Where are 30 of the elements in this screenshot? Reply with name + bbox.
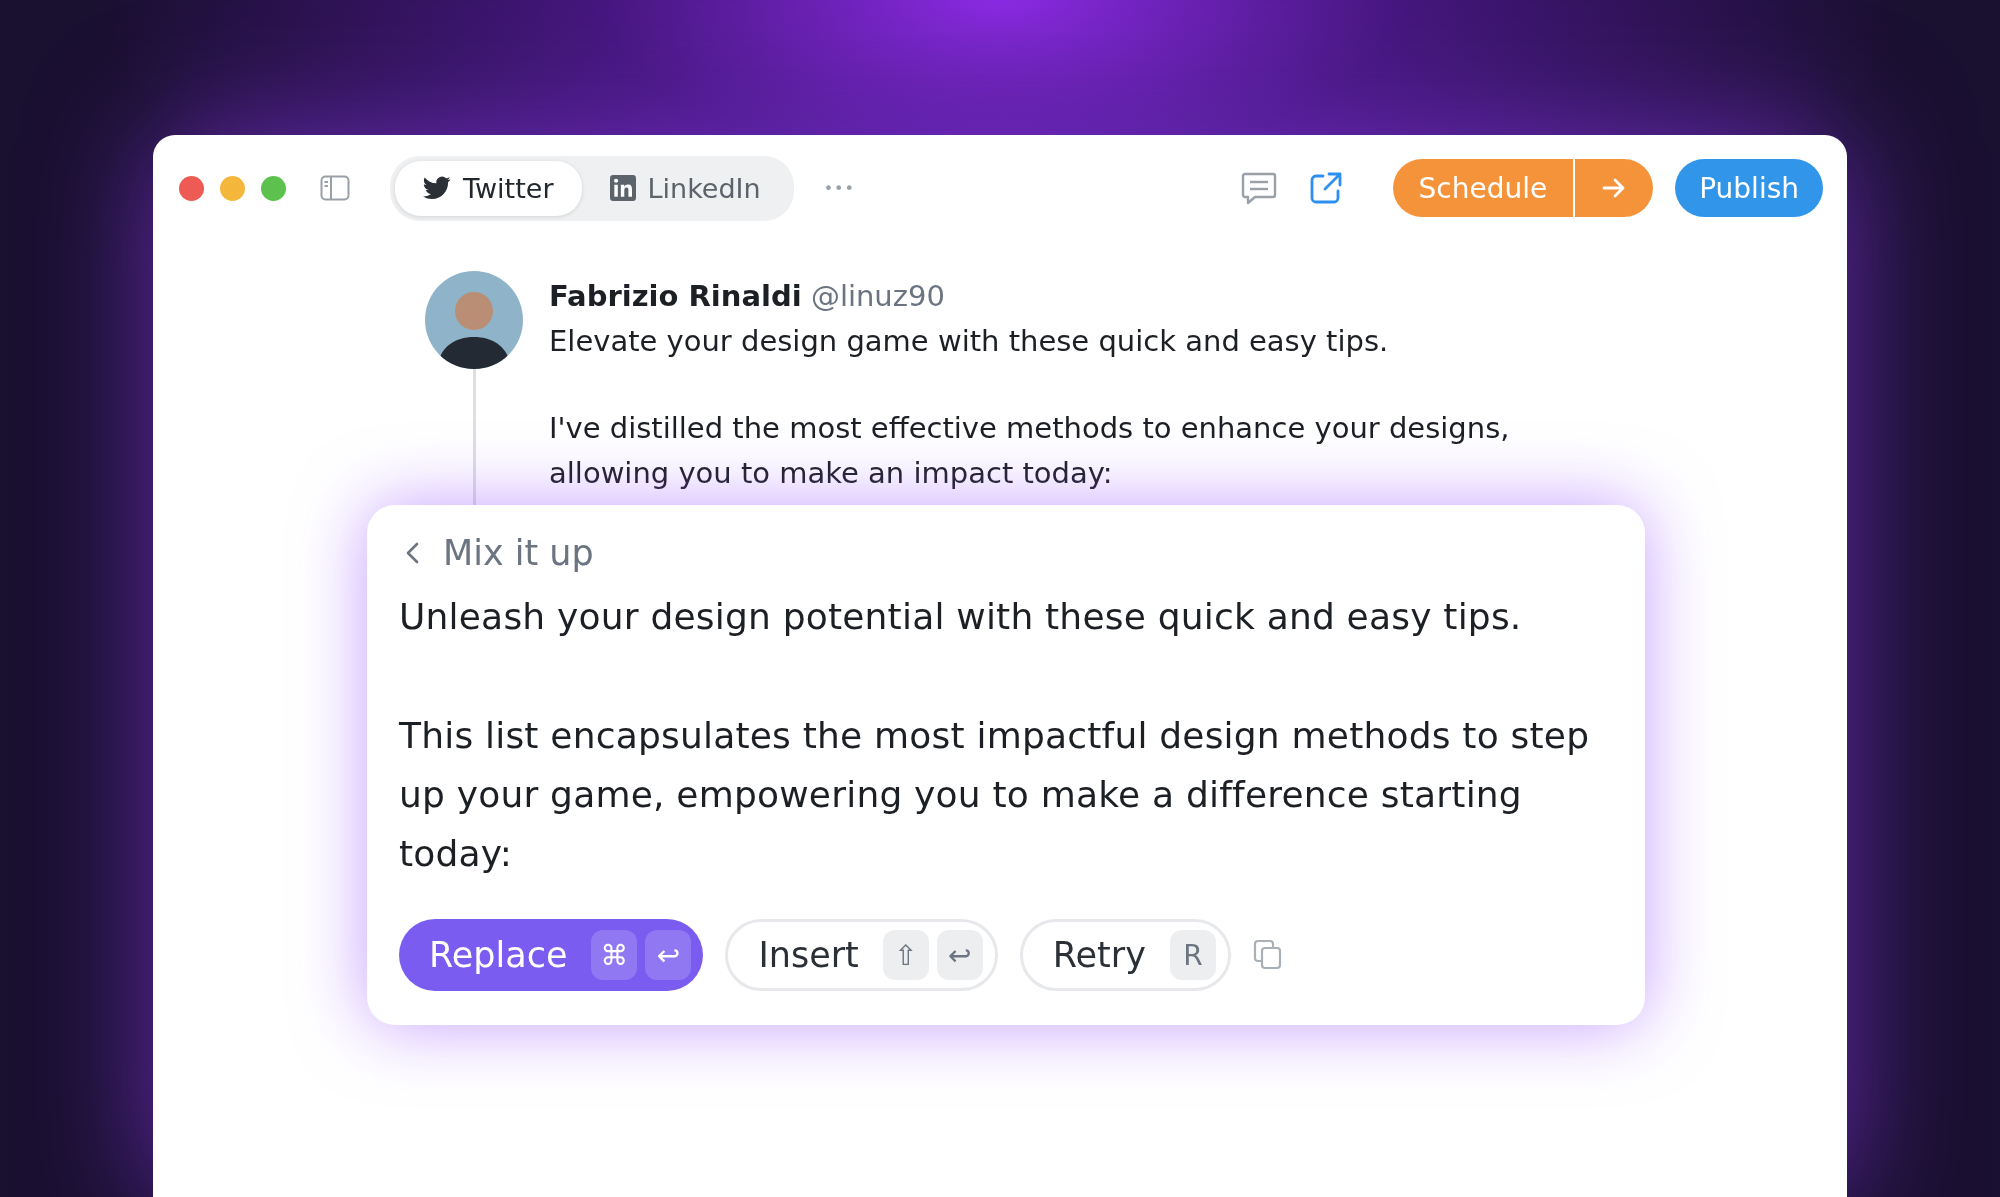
sidebar-icon[interactable] (320, 175, 350, 201)
close-button[interactable] (179, 175, 204, 201)
card-title: Mix it up (443, 533, 594, 573)
back-chevron-icon[interactable] (405, 541, 421, 565)
author-handle: @linuz90 (810, 279, 945, 313)
platform-tab[interactable]: LinkedIn (581, 160, 789, 216)
copy-icon[interactable] (1252, 939, 1283, 971)
comment-icon[interactable] (1240, 171, 1277, 205)
bird-icon (423, 176, 451, 200)
tweet-text: Elevate your design game with these quick and easy tips. (549, 323, 1390, 360)
action-button[interactable]: Replace ⌘ ↩ (399, 919, 704, 991)
arrow-right-icon (1602, 178, 1627, 198)
publish-button[interactable]: Publish (1675, 159, 1823, 217)
key-hint: ↩ (936, 930, 983, 980)
action-button[interactable]: Retry R (1019, 919, 1231, 991)
platform-tab[interactable]: Twitter (395, 160, 582, 216)
minimize-button[interactable] (220, 175, 245, 201)
linkedin-icon (609, 175, 636, 201)
tweet-text: I've distilled the most effective methods to enhance your designs, allowing you to make an impact today: (549, 410, 1511, 492)
author-name: Fabrizio Rinaldi (549, 279, 802, 313)
key-hint: ↩ (645, 930, 692, 980)
suggestion-text: Unleash your design potential with these quick and easy tips. (399, 595, 1523, 639)
suggestion-text: This list encapsulates the most impactful design methods to step up your game, empowering you to make a difference starting today: (399, 714, 1591, 876)
external-link-icon[interactable] (1308, 171, 1343, 205)
key-hint: ⇧ (882, 930, 929, 980)
zoom-button[interactable] (261, 175, 286, 201)
key-hint: R (1169, 930, 1216, 980)
key-hint: ⌘ (591, 930, 638, 980)
action-button[interactable]: Insert ⇧ ↩ (725, 919, 998, 991)
schedule-arrow-button[interactable] (1573, 159, 1654, 217)
